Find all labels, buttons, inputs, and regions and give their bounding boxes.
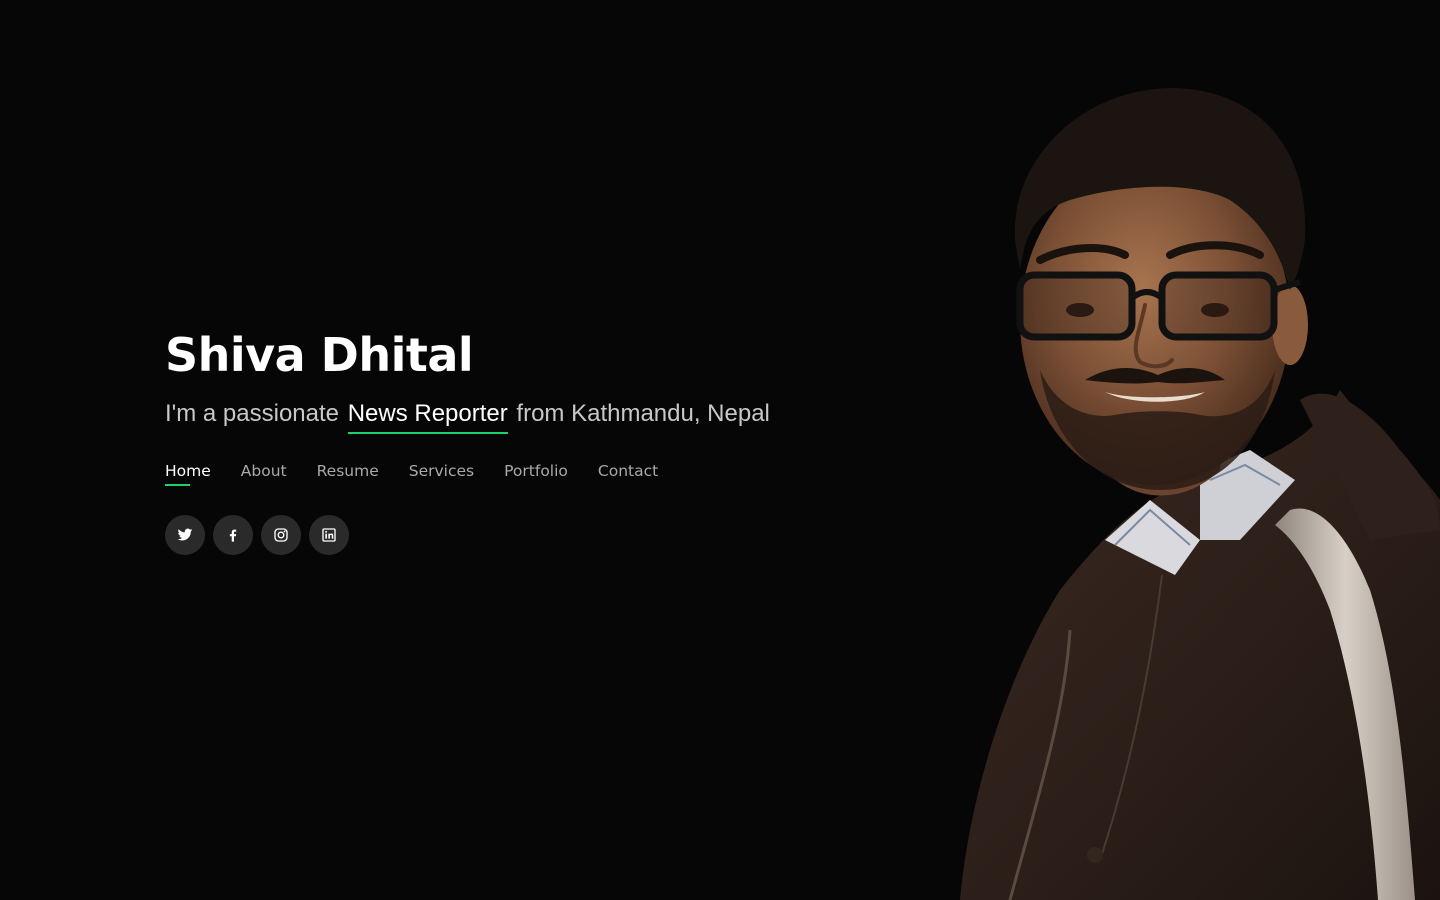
- tagline-suffix: from Kathmandu, Nepal: [509, 400, 770, 427]
- linkedin-link[interactable]: [309, 515, 349, 555]
- nav-item-contact[interactable]: Contact: [598, 462, 658, 486]
- nav-item-home[interactable]: Home: [165, 462, 211, 486]
- instagram-icon: [274, 528, 288, 542]
- nav-item-services[interactable]: Services: [409, 462, 474, 486]
- linkedin-icon: [322, 528, 336, 542]
- nav-item-about[interactable]: About: [241, 462, 287, 486]
- portrait-image: [960, 88, 1440, 900]
- nav-item-resume[interactable]: Resume: [317, 462, 379, 486]
- hero-name: Shiva Dhital: [165, 328, 474, 382]
- tagline-prefix: I'm a passionate: [165, 400, 346, 427]
- hero-role: News Reporter: [347, 399, 508, 434]
- hero-tagline: I'm a passionate News Reporter from Kath…: [165, 399, 885, 434]
- main-nav: Home About Resume Services Portfolio Con…: [165, 462, 885, 486]
- facebook-link[interactable]: [213, 515, 253, 555]
- social-links: [165, 515, 885, 555]
- hero-section: Shiva Dhital I'm a passionate News Repor…: [165, 326, 885, 555]
- twitter-icon: [177, 528, 193, 541]
- instagram-link[interactable]: [261, 515, 301, 555]
- nav-item-portfolio[interactable]: Portfolio: [504, 462, 568, 486]
- twitter-link[interactable]: [165, 515, 205, 555]
- facebook-icon: [229, 529, 237, 542]
